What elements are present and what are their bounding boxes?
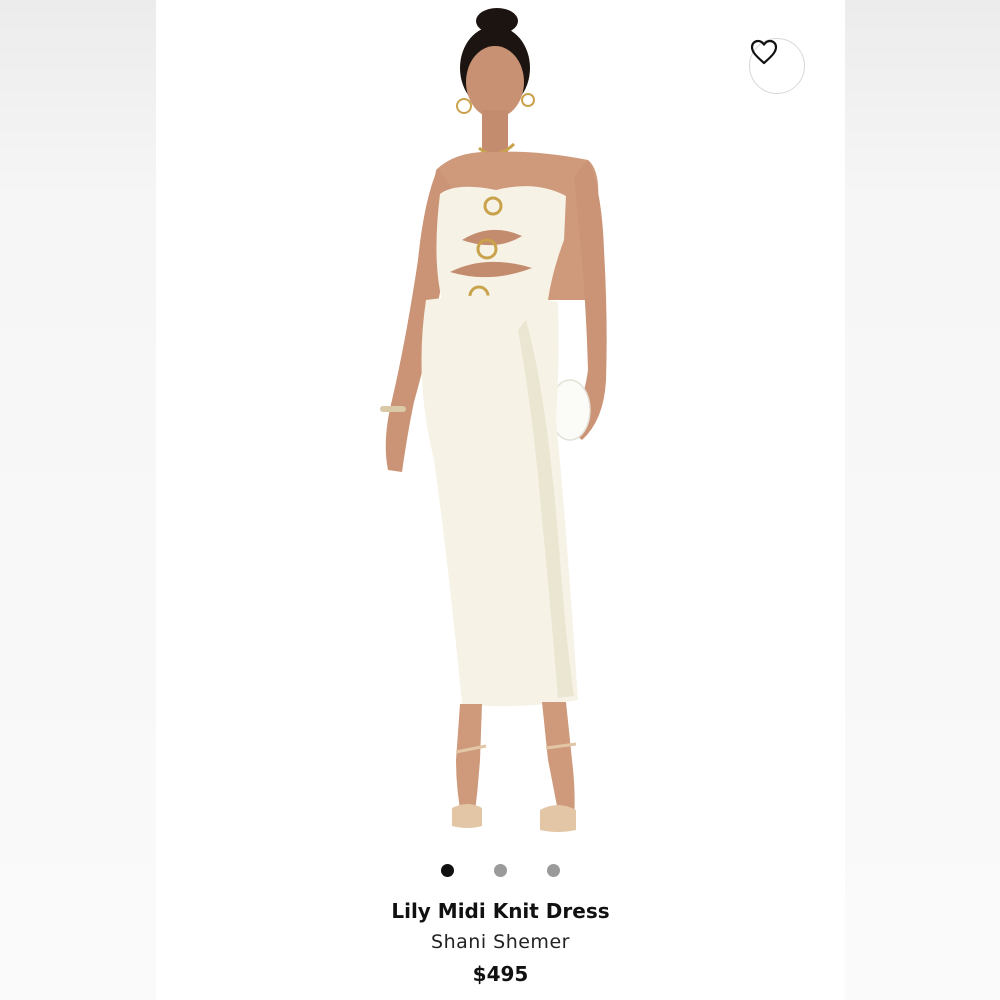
- product-image[interactable]: [156, 0, 845, 845]
- gallery-dot-3[interactable]: [547, 863, 560, 877]
- product-brand[interactable]: Shani Shemer: [156, 926, 845, 958]
- product-info: Lily Midi Knit Dress Shani Shemer $495: [156, 896, 845, 990]
- model-illustration: [380, 8, 607, 832]
- product-name[interactable]: Lily Midi Knit Dress: [156, 896, 845, 926]
- gallery-pagination: [156, 862, 845, 878]
- gallery-dot-2[interactable]: [494, 863, 507, 877]
- wishlist-button[interactable]: [749, 38, 805, 94]
- product-price: $495: [472, 962, 529, 986]
- product-card: Lily Midi Knit Dress Shani Shemer $495: [156, 0, 845, 1000]
- gallery-dot-1[interactable]: [441, 863, 454, 877]
- heart-outline-icon: [750, 39, 778, 65]
